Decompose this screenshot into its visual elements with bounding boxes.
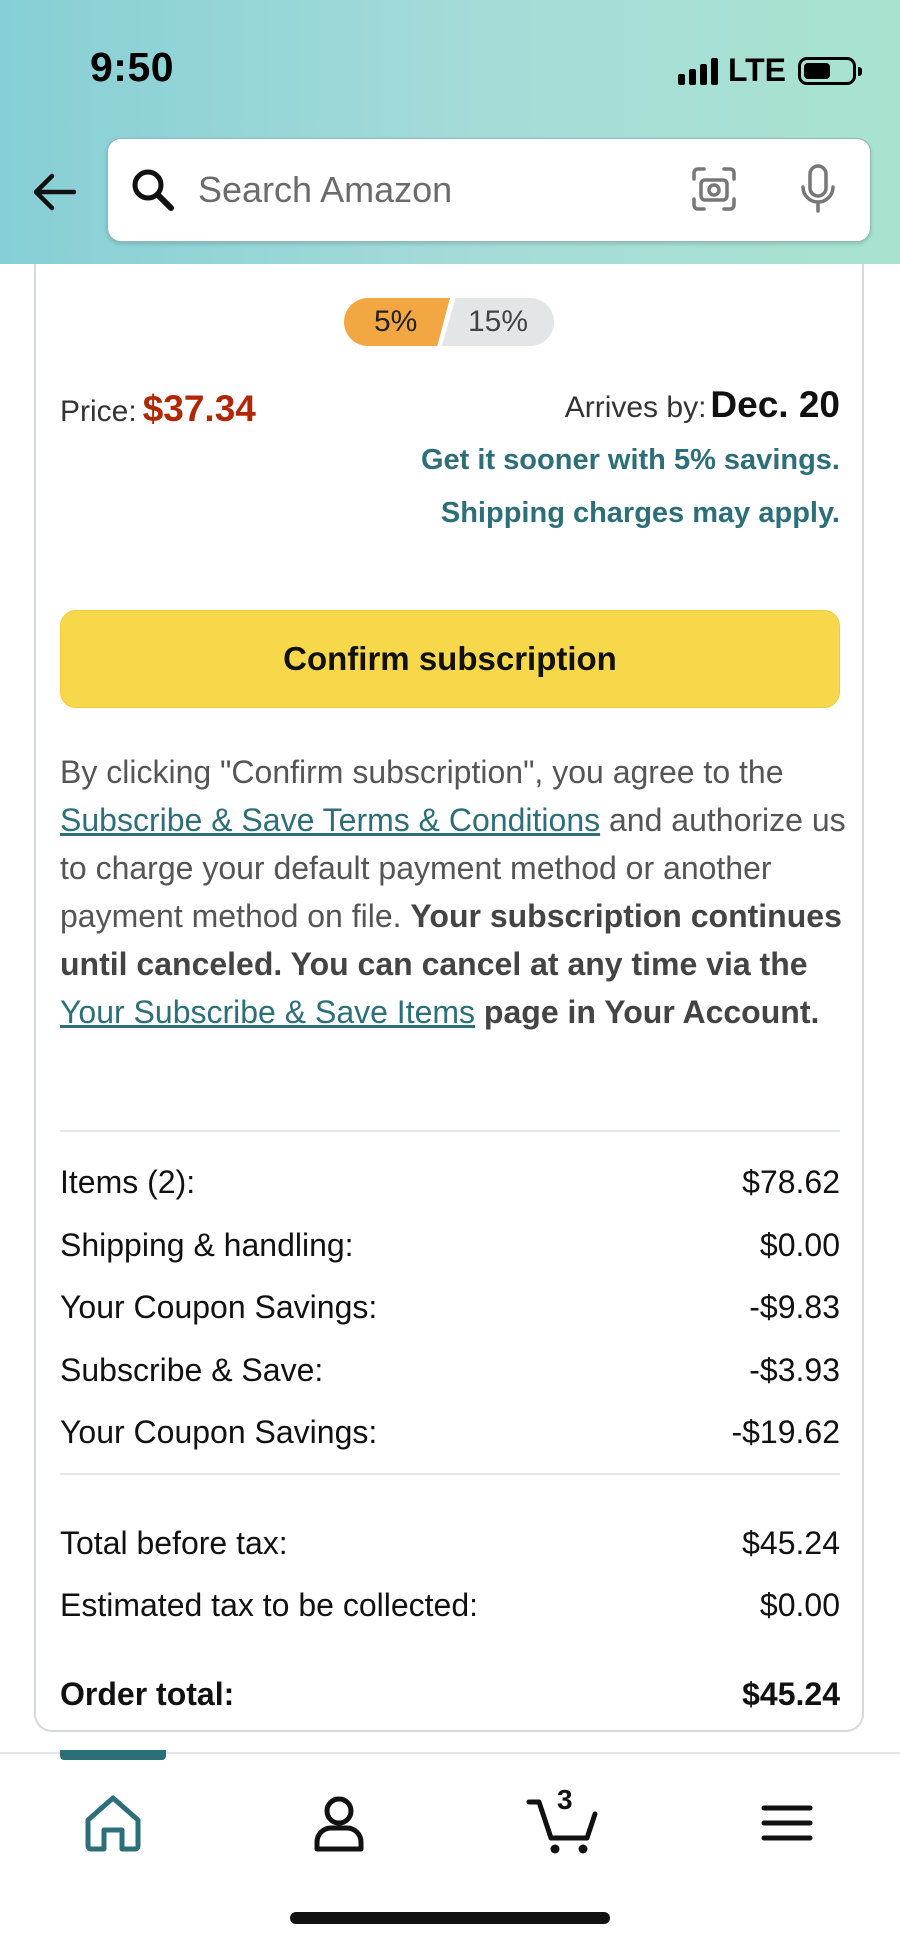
search-icon [132, 169, 174, 211]
order-total-value: $45.24 [742, 1676, 840, 1712]
network-label: LTE [727, 52, 786, 88]
status-time: 9:50 [90, 44, 175, 90]
summary-value: $45.24 [742, 1525, 840, 1561]
status-indicators: LTE [677, 52, 862, 89]
summary-label: Shipping & handling: [60, 1227, 354, 1263]
arrival-block: Arrives by: Dec. 20 [565, 384, 840, 426]
discount-tier-other: 15% [442, 298, 554, 346]
summary-label: Total before tax: [60, 1525, 288, 1561]
price-value: $37.34 [142, 388, 256, 429]
microphone-icon[interactable] [798, 163, 838, 215]
header: 9:50 LTE Search Amazon [0, 0, 900, 264]
summary-label: Your Coupon Savings: [60, 1414, 378, 1450]
search-bar[interactable]: Search Amazon [107, 138, 871, 242]
account-icon[interactable] [304, 1788, 374, 1858]
cart-button[interactable]: 3 [525, 1784, 605, 1858]
terms-conditions-link[interactable]: Subscribe & Save Terms & Conditions [60, 802, 600, 838]
arrival-date: Dec. 20 [710, 384, 840, 425]
summary-label: Subscribe & Save: [60, 1352, 324, 1388]
summary-value: -$3.93 [749, 1352, 840, 1388]
active-tab-indicator [60, 1750, 166, 1760]
summary-value: -$19.62 [731, 1414, 840, 1450]
battery-icon [798, 56, 862, 85]
legal-text-part: By clicking "Confirm subscription", you … [60, 754, 784, 790]
confirm-subscription-button[interactable]: Confirm subscription [60, 610, 840, 708]
summary-label: Your Coupon Savings: [60, 1289, 378, 1325]
discount-tier-indicator: 5% 15% [344, 298, 554, 348]
price-block: Price: $37.34 [60, 388, 256, 430]
summary-label: Items (2): [60, 1164, 196, 1200]
shipping-sooner-note: Get it sooner with 5% savings. Shipping … [421, 444, 840, 529]
legal-bold-text: page in Your Account. [475, 994, 820, 1030]
signal-icon [677, 57, 718, 85]
summary-value: $0.00 [759, 1587, 840, 1623]
order-total-label: Order total: [60, 1676, 235, 1712]
summary-label: Estimated tax to be collected: [60, 1587, 478, 1623]
camera-scan-icon[interactable] [690, 165, 738, 213]
cart-count-badge: 3 [557, 1784, 573, 1815]
search-input[interactable]: Search Amazon [198, 169, 452, 211]
discount-tier-selected: 5% [344, 298, 450, 346]
subscribe-save-items-link[interactable]: Your Subscribe & Save Items [60, 994, 475, 1030]
arrival-label: Arrives by: [564, 391, 707, 424]
summary-value: -$9.83 [749, 1289, 840, 1325]
divider [60, 1473, 840, 1475]
home-icon[interactable] [78, 1788, 148, 1858]
legal-text: By clicking "Confirm subscription", you … [60, 748, 850, 1036]
home-indicator [290, 1912, 610, 1924]
back-arrow-icon[interactable] [28, 166, 80, 218]
summary-value: $78.62 [742, 1164, 840, 1200]
price-label: Price: [60, 395, 137, 428]
divider [60, 1130, 840, 1132]
menu-icon[interactable] [752, 1788, 822, 1858]
summary-value: $0.00 [759, 1227, 840, 1263]
